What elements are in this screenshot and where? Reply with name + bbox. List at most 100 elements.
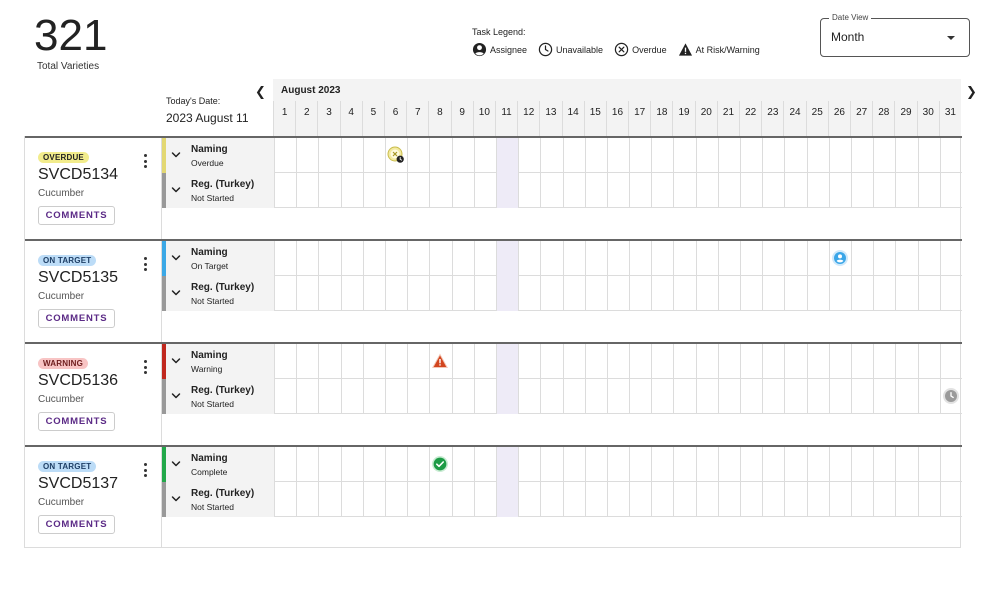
day-cell[interactable]: [362, 276, 385, 311]
day-cell[interactable]: [629, 447, 651, 482]
day-cell[interactable]: [473, 447, 496, 482]
day-cell[interactable]: [851, 344, 873, 379]
day-cell[interactable]: [518, 276, 540, 311]
day-cell[interactable]: [828, 138, 851, 173]
day-cell[interactable]: [473, 482, 496, 517]
day-cell[interactable]: [584, 344, 607, 379]
day-cell[interactable]: [384, 276, 407, 311]
day-cell[interactable]: [429, 241, 451, 276]
day-cell[interactable]: [740, 241, 762, 276]
day-cell[interactable]: [717, 482, 740, 517]
day-cell[interactable]: [695, 173, 718, 208]
day-cell[interactable]: [274, 241, 296, 276]
day-cell[interactable]: [495, 344, 519, 379]
day-cell[interactable]: [451, 379, 474, 414]
day-cell[interactable]: [939, 482, 962, 517]
chevron-left-icon[interactable]: ❮: [255, 85, 266, 98]
day-cell[interactable]: [340, 447, 363, 482]
day-cell[interactable]: [429, 138, 451, 173]
day-cell[interactable]: [296, 447, 318, 482]
day-cell[interactable]: [274, 276, 296, 311]
day-cell[interactable]: [540, 482, 562, 517]
day-cell[interactable]: [917, 482, 940, 517]
day-cell[interactable]: [784, 241, 806, 276]
day-cell[interactable]: [429, 379, 451, 414]
day-cell[interactable]: [540, 447, 562, 482]
kebab-menu-icon[interactable]: [142, 154, 148, 168]
day-cell[interactable]: [451, 138, 474, 173]
day-cell[interactable]: [762, 482, 784, 517]
day-cell[interactable]: [717, 344, 740, 379]
day-cell[interactable]: [362, 138, 385, 173]
day-cell[interactable]: [274, 482, 296, 517]
day-cell[interactable]: [274, 447, 296, 482]
day-cell[interactable]: [584, 447, 607, 482]
day-cell[interactable]: [740, 276, 762, 311]
day-cell[interactable]: [895, 482, 917, 517]
comments-button[interactable]: COMMENTS: [38, 309, 115, 328]
day-cell[interactable]: [274, 379, 296, 414]
day-cell[interactable]: [562, 379, 585, 414]
chevron-down-icon[interactable]: [171, 459, 181, 469]
day-cell[interactable]: [806, 173, 829, 208]
day-cell[interactable]: [784, 344, 806, 379]
assignee-icon[interactable]: [831, 249, 849, 267]
day-cell[interactable]: [407, 276, 429, 311]
day-cell[interactable]: [695, 241, 718, 276]
day-cell[interactable]: [784, 138, 806, 173]
day-cell[interactable]: [584, 276, 607, 311]
day-cell[interactable]: [318, 344, 340, 379]
day-cell[interactable]: [495, 241, 519, 276]
day-cell[interactable]: [340, 482, 363, 517]
day-cell[interactable]: [673, 173, 695, 208]
warning-triangle-icon[interactable]: [431, 352, 449, 370]
chevron-down-icon[interactable]: [171, 356, 181, 366]
day-cell[interactable]: [717, 173, 740, 208]
day-cell[interactable]: [828, 344, 851, 379]
day-cell[interactable]: [340, 344, 363, 379]
day-cell[interactable]: [584, 138, 607, 173]
day-cell[interactable]: [784, 379, 806, 414]
day-cell[interactable]: [917, 447, 940, 482]
day-cell[interactable]: [495, 447, 519, 482]
day-cell[interactable]: [340, 138, 363, 173]
chevron-down-icon[interactable]: [171, 391, 181, 401]
day-cell[interactable]: [673, 344, 695, 379]
day-cell[interactable]: [762, 447, 784, 482]
day-cell[interactable]: [540, 379, 562, 414]
day-cell[interactable]: [651, 173, 673, 208]
day-cell[interactable]: [740, 447, 762, 482]
day-cell[interactable]: [939, 447, 962, 482]
day-cell[interactable]: [518, 379, 540, 414]
day-cell[interactable]: [274, 344, 296, 379]
day-cell[interactable]: [873, 276, 895, 311]
day-cell[interactable]: [407, 173, 429, 208]
day-cell[interactable]: [606, 482, 629, 517]
day-cell[interactable]: [717, 276, 740, 311]
day-cell[interactable]: [318, 482, 340, 517]
day-cell[interactable]: [451, 344, 474, 379]
day-cell[interactable]: [562, 276, 585, 311]
day-cell[interactable]: [629, 241, 651, 276]
day-cell[interactable]: [673, 447, 695, 482]
day-cell[interactable]: [318, 173, 340, 208]
day-cell[interactable]: [740, 173, 762, 208]
day-cell[interactable]: [296, 379, 318, 414]
day-cell[interactable]: [939, 173, 962, 208]
day-cell[interactable]: [362, 173, 385, 208]
day-cell[interactable]: [784, 447, 806, 482]
day-cell[interactable]: [895, 344, 917, 379]
day-cell[interactable]: [384, 447, 407, 482]
kebab-menu-icon[interactable]: [142, 360, 148, 374]
day-cell[interactable]: [562, 241, 585, 276]
day-cell[interactable]: [895, 173, 917, 208]
day-cell[interactable]: [740, 482, 762, 517]
day-cell[interactable]: [762, 276, 784, 311]
day-cell[interactable]: [673, 276, 695, 311]
day-cell[interactable]: [384, 344, 407, 379]
day-cell[interactable]: [495, 276, 519, 311]
day-cell[interactable]: [695, 482, 718, 517]
day-cell[interactable]: [828, 173, 851, 208]
day-cell[interactable]: [673, 138, 695, 173]
day-cell[interactable]: [584, 241, 607, 276]
